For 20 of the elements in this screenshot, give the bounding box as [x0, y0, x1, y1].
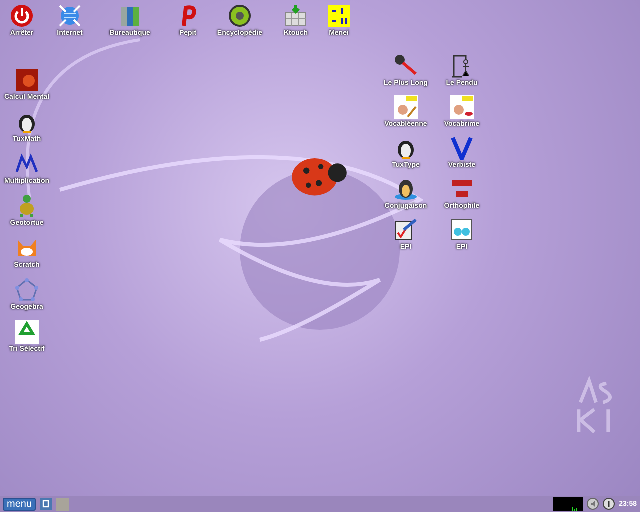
- recycle-icon: [15, 320, 39, 344]
- checklist-icon: [394, 218, 418, 242]
- binders-icon: [118, 4, 142, 28]
- globe-icon: [58, 4, 82, 28]
- window-icon[interactable]: [40, 498, 52, 510]
- face-lips-icon: [450, 95, 474, 119]
- dice-icon: [15, 68, 39, 92]
- speaker-icon[interactable]: [587, 498, 600, 510]
- cpu-monitor-icon: [553, 497, 584, 511]
- penguin-icon: [394, 177, 418, 201]
- menu-button[interactable]: menu: [3, 498, 36, 510]
- letter-v-icon: [450, 136, 474, 160]
- face-pencil-icon: [394, 95, 418, 119]
- power-icon: [10, 4, 34, 28]
- keyboard-icon: [284, 4, 308, 28]
- glasses-icon: [450, 218, 474, 242]
- pentagon-icon: [15, 278, 39, 302]
- power-icon[interactable]: [603, 498, 616, 510]
- tape-measure-icon: [394, 54, 418, 78]
- disc-icon: [228, 4, 252, 28]
